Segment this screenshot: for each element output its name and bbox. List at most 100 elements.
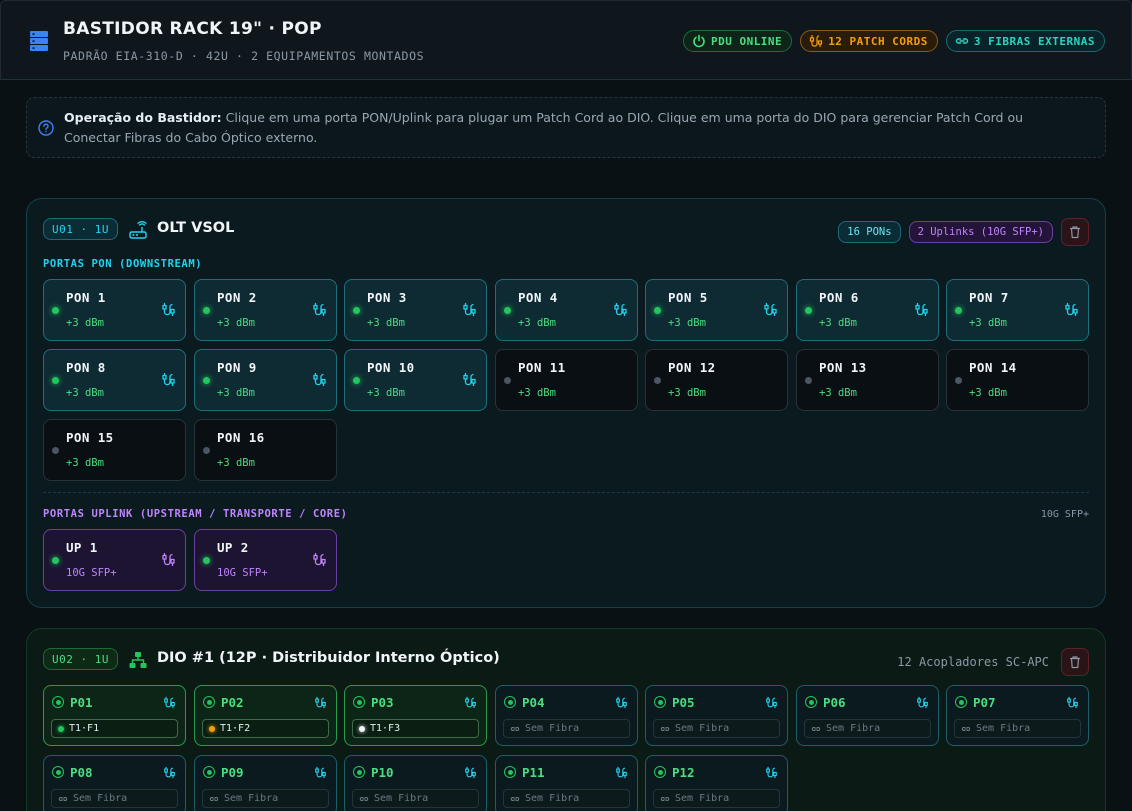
link-icon — [510, 796, 520, 801]
port-name: PON 11 — [518, 360, 566, 375]
link-icon — [955, 38, 969, 44]
dio-port-card[interactable]: P10 Sem Fibra — [344, 755, 487, 811]
dio-port-card[interactable]: P04 Sem Fibra — [495, 685, 638, 746]
pon-port-card[interactable]: PON 5 +3 dBm — [645, 279, 788, 341]
port-name: PON 5 — [668, 290, 708, 305]
pon-port-card[interactable]: PON 8 +3 dBm — [43, 349, 186, 411]
pon-port-card[interactable]: PON 7 +3 dBm — [946, 279, 1089, 341]
dio-port-card[interactable]: P08 Sem Fibra — [43, 755, 186, 811]
pon-port-card[interactable]: PON 16 +3 dBm — [194, 419, 337, 481]
dio-port-card[interactable]: P03 T1·F3 — [344, 685, 487, 746]
pon-port-card[interactable]: PON 13 +3 dBm — [796, 349, 939, 411]
no-fiber-label: Sem Fibra — [525, 723, 580, 734]
port-status-led — [955, 307, 962, 314]
uplink-port-card[interactable]: UP 2 10G SFP+ — [194, 529, 337, 591]
rack-instructions: Operação do Bastidor: Clique em uma port… — [26, 97, 1106, 158]
port-power: +3 dBm — [66, 317, 104, 329]
pon-port-card[interactable]: PON 4 +3 dBm — [495, 279, 638, 341]
pon-port-card[interactable]: PON 12 +3 dBm — [645, 349, 788, 411]
plug-cable-icon — [465, 766, 476, 779]
pon-port-card[interactable]: PON 3 +3 dBm — [344, 279, 487, 341]
port-power: +3 dBm — [518, 317, 556, 329]
plug-cable-icon — [614, 303, 627, 316]
port-status-led — [52, 377, 59, 384]
dio-port-name: P07 — [973, 695, 996, 710]
remove-olt-button[interactable] — [1061, 218, 1089, 246]
dio-port-name: P06 — [823, 695, 846, 710]
plug-cable-icon — [766, 696, 777, 709]
dio-port-card[interactable]: P09 Sem Fibra — [194, 755, 337, 811]
network-tree-icon — [129, 652, 147, 668]
no-fiber-tag: Sem Fibra — [503, 719, 630, 738]
fiber-label: T1·F3 — [370, 723, 401, 734]
no-fiber-tag: Sem Fibra — [653, 719, 780, 738]
plug-cable-icon — [164, 696, 175, 709]
cable-icon — [810, 35, 823, 47]
uplink-section-label: PORTAS UPLINK (UPSTREAM / TRANSPORTE / C… — [43, 508, 348, 520]
pon-port-card[interactable]: PON 2 +3 dBm — [194, 279, 337, 341]
port-name: UP 1 — [66, 540, 98, 555]
no-fiber-tag: Sem Fibra — [352, 789, 479, 808]
pon-port-card[interactable]: PON 6 +3 dBm — [796, 279, 939, 341]
dio-port-card[interactable]: P06 Sem Fibra — [796, 685, 939, 746]
port-status-led — [504, 377, 511, 384]
no-fiber-label: Sem Fibra — [73, 793, 128, 804]
port-status-led — [52, 447, 59, 454]
dio-port-name: P10 — [371, 765, 394, 780]
dio-port-card[interactable]: P05 Sem Fibra — [645, 685, 788, 746]
port-status-led — [203, 557, 210, 564]
dio-port-name: P11 — [522, 765, 545, 780]
rack-header: BASTIDOR RACK 19" · POP PADRÃO EIA-310-D… — [0, 0, 1132, 80]
uplinks-count-chip: 2 Uplinks (10G SFP+) — [908, 221, 1053, 243]
coupler-status-ring — [203, 766, 215, 778]
no-fiber-tag: Sem Fibra — [804, 719, 931, 738]
coupler-status-ring — [203, 696, 215, 708]
port-status-led — [203, 447, 210, 454]
no-fiber-tag: Sem Fibra — [954, 719, 1081, 738]
no-fiber-tag: Sem Fibra — [51, 789, 178, 808]
port-power: +3 dBm — [66, 387, 104, 399]
dio-port-name: P09 — [221, 765, 244, 780]
dio-title: DIO #1 (12P · Distribuidor Interno Óptic… — [157, 650, 500, 666]
port-power: +3 dBm — [217, 387, 255, 399]
port-speed: 10G SFP+ — [217, 567, 268, 579]
pon-section-label: PORTAS PON (DOWNSTREAM) — [43, 258, 203, 270]
port-power: +3 dBm — [819, 317, 857, 329]
plug-cable-icon — [313, 303, 326, 316]
dio-port-name: P03 — [371, 695, 394, 710]
patch-cords-label: 12 PATCH CORDS — [828, 34, 928, 48]
remove-dio-button[interactable] — [1061, 648, 1089, 676]
link-icon — [660, 726, 670, 731]
port-status-led — [654, 307, 661, 314]
plug-cable-icon — [1067, 696, 1078, 709]
plug-cable-icon — [616, 696, 627, 709]
pon-port-card[interactable]: PON 14 +3 dBm — [946, 349, 1089, 411]
pon-port-card[interactable]: PON 15 +3 dBm — [43, 419, 186, 481]
pon-port-card[interactable]: PON 10 +3 dBm — [344, 349, 487, 411]
pon-port-card[interactable]: PON 9 +3 dBm — [194, 349, 337, 411]
dio-port-name: P12 — [672, 765, 695, 780]
external-fibers-badge: 3 FIBRAS EXTERNAS — [945, 30, 1105, 52]
dio-port-card[interactable]: P12 Sem Fibra — [645, 755, 788, 811]
pon-port-card[interactable]: PON 1 +3 dBm — [43, 279, 186, 341]
link-icon — [660, 796, 670, 801]
dio-port-card[interactable]: P07 Sem Fibra — [946, 685, 1089, 746]
plug-cable-icon — [915, 303, 928, 316]
external-fibers-label: 3 FIBRAS EXTERNAS — [973, 34, 1095, 48]
port-power: +3 dBm — [518, 387, 556, 399]
coupler-status-ring — [805, 696, 817, 708]
dio-port-card[interactable]: P02 T1·F2 — [194, 685, 337, 746]
pon-port-card[interactable]: PON 11 +3 dBm — [495, 349, 638, 411]
link-icon — [359, 796, 369, 801]
fiber-label: T1·F1 — [69, 723, 100, 734]
plug-cable-icon — [315, 696, 326, 709]
port-power: +3 dBm — [969, 387, 1007, 399]
fiber-connection-tag: T1·F3 — [352, 719, 479, 738]
uplink-port-card[interactable]: UP 1 10G SFP+ — [43, 529, 186, 591]
dio-port-card[interactable]: P01 T1·F1 — [43, 685, 186, 746]
dio-port-card[interactable]: P11 Sem Fibra — [495, 755, 638, 811]
port-status-led — [805, 377, 812, 384]
dio-port-name: P01 — [70, 695, 93, 710]
no-fiber-label: Sem Fibra — [976, 723, 1031, 734]
plug-cable-icon — [164, 766, 175, 779]
